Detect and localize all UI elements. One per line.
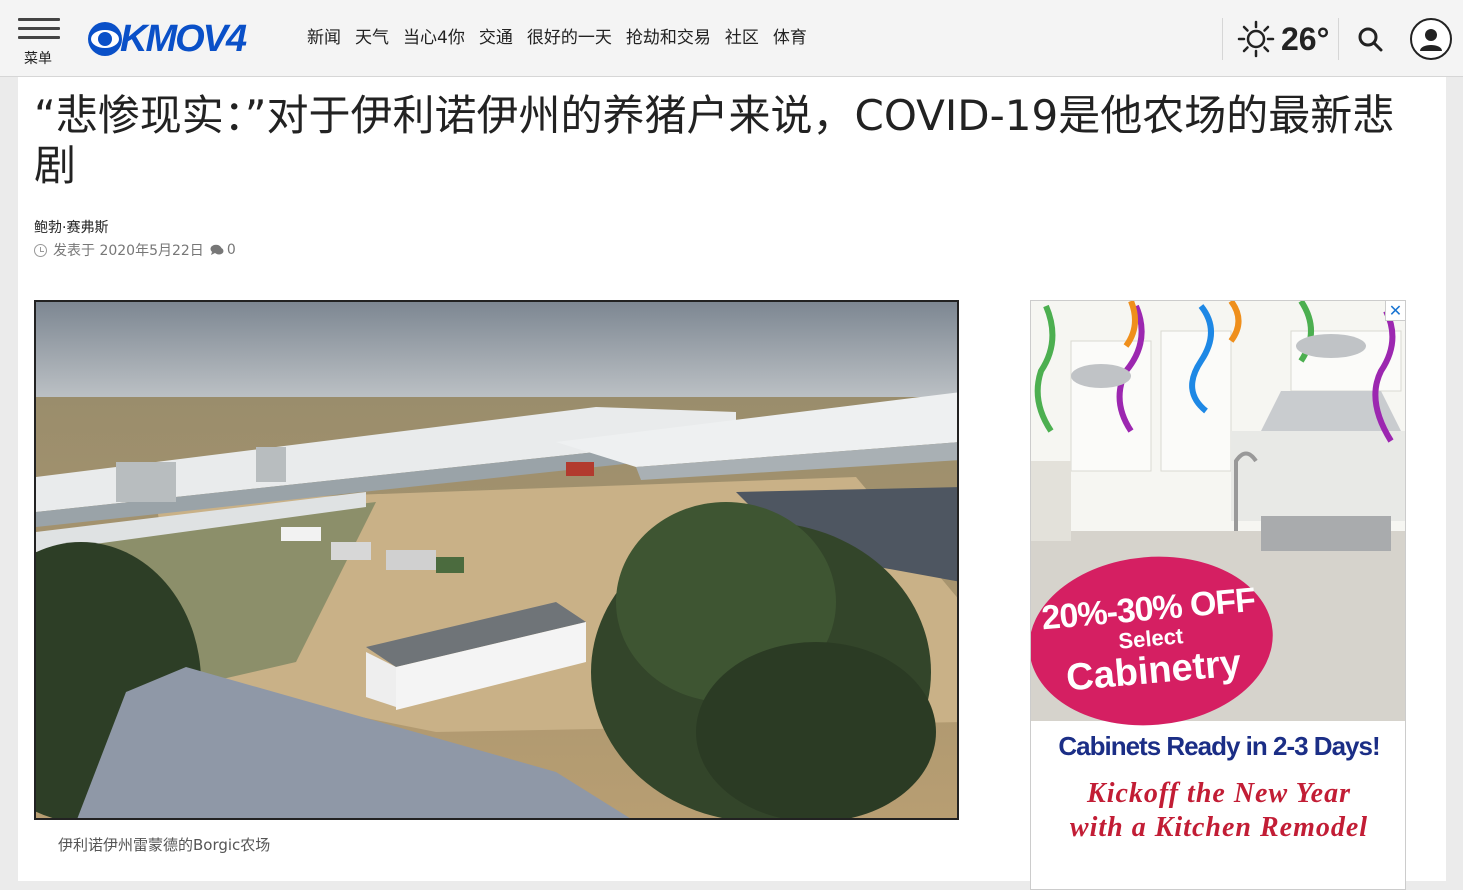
search-button[interactable] <box>1338 18 1400 60</box>
cbs-eye-icon <box>88 22 122 56</box>
clock-icon <box>34 243 47 257</box>
nav-item-sports[interactable]: 体育 <box>773 26 807 50</box>
menu-label: 菜单 <box>24 51 52 67</box>
ad-text-panel: Cabinets Ready in 2-3 Days! Kickoff the … <box>1031 721 1405 889</box>
farm-aerial-image <box>36 302 957 818</box>
ad-kickoff-line-1: Kickoff the New Year <box>1087 778 1351 809</box>
ad-ready-text: Cabinets Ready in 2-3 Days! <box>1058 731 1380 761</box>
article-meta: 发表于 2020年5月22日 0 <box>34 240 236 260</box>
nav-item-news[interactable]: 新闻 <box>307 26 341 50</box>
nav-item-community[interactable]: 社区 <box>725 26 759 50</box>
logo-text: KMOV4 <box>120 18 247 60</box>
article-author[interactable]: 鲍勃·赛弗斯 <box>34 217 108 237</box>
account-button[interactable] <box>1410 18 1452 60</box>
ad-kickoff-line-2: with a Kitchen Remodel <box>1069 812 1369 843</box>
comment-count[interactable]: 0 <box>227 242 236 258</box>
main-nav: 新闻 天气 当心4你 交通 很好的一天 抢劫和交易 社区 体育 <box>300 26 814 50</box>
search-icon <box>1358 27 1382 52</box>
user-icon <box>1420 29 1442 51</box>
sun-icon <box>1237 20 1275 58</box>
advertisement[interactable]: ✕ 20%-30% OFF Select Cabinetry Cabinets … <box>1030 300 1406 890</box>
temperature: 26° <box>1281 20 1330 57</box>
ad-kickoff-text: Kickoff the New Year with a Kitchen Remo… <box>1031 777 1405 845</box>
site-logo[interactable]: KMOV4 <box>86 18 247 60</box>
site-header: 菜单 KMOV4 新闻 天气 当心4你 交通 很好的一天 抢劫和交易 社区 体育 <box>0 0 1463 77</box>
nav-item-weather[interactable]: 天气 <box>355 26 389 50</box>
nav-item-great-day[interactable]: 很好的一天 <box>527 26 612 50</box>
nav-item-traffic[interactable]: 交通 <box>479 26 513 50</box>
photo-caption: 伊利诺伊州雷蒙德的Borgic农场 <box>58 836 271 854</box>
menu-button[interactable]: 菜单 <box>18 18 62 68</box>
weather-widget[interactable]: 26° <box>1222 18 1329 60</box>
article: “悲惨现实：”对于伊利诺伊州的养猪户来说，COVID-19是他农场的最新悲剧 鲍… <box>18 77 1446 890</box>
ad-close-button[interactable]: ✕ <box>1385 301 1405 321</box>
ad-cabinetry-text: Cabinetry <box>1064 642 1243 700</box>
comment-icon[interactable] <box>210 244 224 256</box>
nav-item-deals[interactable]: 抢劫和交易 <box>626 26 711 50</box>
nav-item-4-your-watch[interactable]: 当心4你 <box>403 26 465 50</box>
article-photo <box>34 300 959 820</box>
publish-date: 发表于 2020年5月22日 <box>53 243 204 259</box>
hamburger-icon <box>18 18 62 39</box>
article-headline: “悲惨现实：”对于伊利诺伊州的养猪户来说，COVID-19是他农场的最新悲剧 <box>34 91 1395 190</box>
